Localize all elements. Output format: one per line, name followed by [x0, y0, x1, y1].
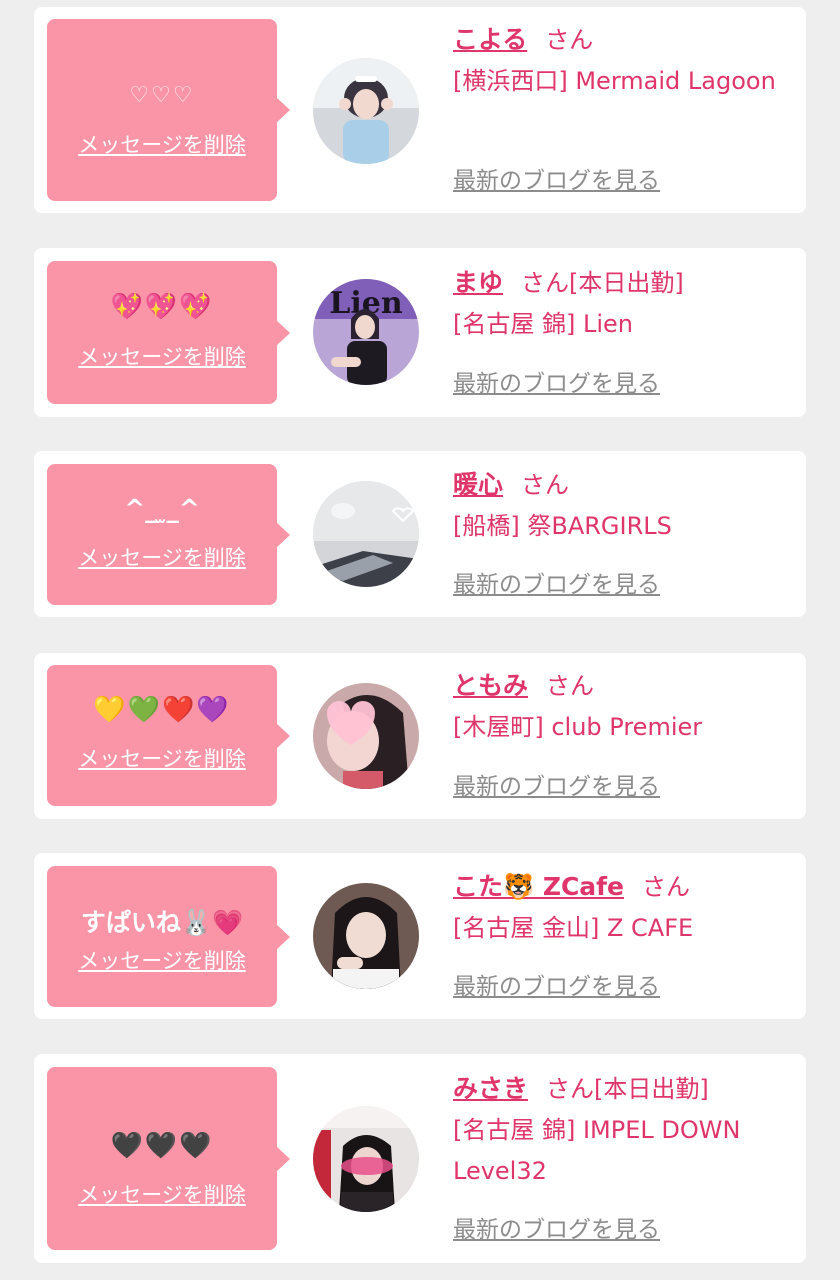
avatar[interactable]	[313, 683, 419, 789]
avatar[interactable]	[313, 1106, 419, 1212]
avatar-photo	[313, 683, 419, 789]
shop-label: [船橋] 祭BARGIRLS	[453, 512, 672, 540]
latest-blog-link[interactable]: 最新のブログを見る	[453, 771, 660, 803]
message-card: すぱいね🐰💗 メッセージを削除 こた🐯 ZCafe さん [名古屋 金山] Z C…	[34, 853, 806, 1019]
message-text: 💛💚❤️💜	[93, 695, 231, 725]
message-card: 💛💚❤️💜 メッセージを削除 ともみ さん [木屋町] club Premier …	[34, 653, 806, 819]
message-card: ^_ ̫_^ メッセージを削除 暖心 さん [船橋] 祭BARGIRLS 最新のブ…	[34, 451, 806, 617]
attendance-status: [本日出勤]	[594, 1075, 709, 1103]
avatar[interactable]: Lien	[313, 279, 419, 385]
cast-name-link[interactable]: 暖心	[453, 470, 503, 499]
attendance-status: [本日出勤]	[569, 269, 684, 297]
message-text: ^_ ̫_^	[124, 494, 200, 523]
delete-message-link[interactable]: メッセージを削除	[47, 131, 277, 159]
shop-label: [名古屋 金山] Z CAFE	[453, 914, 694, 942]
message-bubble: 🖤🖤🖤 メッセージを削除	[47, 1067, 290, 1250]
latest-blog-link[interactable]: 最新のブログを見る	[453, 569, 660, 601]
shop-label: [名古屋 錦] IMPEL DOWN Level32	[453, 1116, 741, 1185]
avatar-photo: Lien	[313, 279, 419, 385]
message-text: すぱいね🐰💗	[80, 908, 244, 937]
cast-name-link[interactable]: ともみ	[453, 671, 528, 700]
shop-label: [横浜西口] Mermaid Lagoon	[453, 67, 776, 95]
latest-blog-link[interactable]: 最新のブログを見る	[453, 971, 660, 1003]
avatar-photo	[313, 1106, 419, 1212]
avatar[interactable]	[313, 883, 419, 989]
message-bubble: ♡♡♡ メッセージを削除	[47, 19, 290, 201]
delete-message-link[interactable]: メッセージを削除	[47, 343, 277, 371]
avatar[interactable]	[313, 481, 419, 587]
cast-name-link[interactable]: こよる	[453, 25, 527, 54]
message-text: 🖤🖤🖤	[110, 1131, 214, 1161]
delete-message-link[interactable]: メッセージを削除	[47, 1181, 277, 1209]
honorific: さん	[642, 873, 691, 901]
avatar-photo	[313, 58, 419, 164]
cast-info: ともみ さん [木屋町] club Premier	[453, 665, 793, 748]
shop-label: [木屋町] club Premier	[453, 713, 703, 741]
cast-info: 暖心 さん [船橋] 祭BARGIRLS	[453, 464, 793, 547]
cast-name-link[interactable]: こた🐯 ZCafe	[453, 872, 624, 901]
shop-label: [名古屋 錦] Lien	[453, 310, 633, 338]
message-card: ♡♡♡ メッセージを削除 こよる さん [横浜西口] Mermaid Lagoon…	[34, 7, 806, 213]
delete-message-link[interactable]: メッセージを削除	[47, 544, 277, 572]
message-text: ♡♡♡	[129, 83, 195, 108]
avatar[interactable]	[313, 58, 419, 164]
cast-info: こよる さん [横浜西口] Mermaid Lagoon	[453, 19, 793, 102]
avatar-photo	[313, 481, 419, 587]
message-text: 💖💖💖	[110, 292, 214, 322]
cast-name-link[interactable]: まゆ	[453, 268, 503, 297]
cast-info: こた🐯 ZCafe さん [名古屋 金山] Z CAFE	[453, 866, 793, 949]
honorific: さん	[521, 269, 570, 297]
latest-blog-link[interactable]: 最新のブログを見る	[453, 165, 660, 197]
message-card: 🖤🖤🖤 メッセージを削除 みさき さん[本日出勤] [名古屋 錦] IMPEL D…	[34, 1054, 806, 1263]
message-bubble: ^_ ̫_^ メッセージを削除	[47, 464, 290, 605]
latest-blog-link[interactable]: 最新のブログを見る	[453, 368, 660, 400]
honorific: さん	[546, 1075, 595, 1103]
message-card: 💖💖💖 メッセージを削除 Lien まゆ さん[本日出勤] [名古屋 錦] Lie…	[34, 248, 806, 417]
message-list: ♡♡♡ メッセージを削除 こよる さん [横浜西口] Mermaid Lagoon…	[0, 0, 840, 1280]
honorific: さん	[546, 672, 595, 700]
delete-message-link[interactable]: メッセージを削除	[47, 947, 277, 975]
message-bubble: すぱいね🐰💗 メッセージを削除	[47, 866, 290, 1007]
message-bubble: 💛💚❤️💜 メッセージを削除	[47, 665, 290, 806]
delete-message-link[interactable]: メッセージを削除	[47, 745, 277, 773]
latest-blog-link[interactable]: 最新のブログを見る	[453, 1214, 660, 1246]
honorific: さん	[521, 471, 570, 499]
honorific: さん	[545, 26, 594, 54]
cast-name-link[interactable]: みさき	[453, 1074, 528, 1103]
cast-info: まゆ さん[本日出勤] [名古屋 錦] Lien	[453, 262, 793, 345]
cast-info: みさき さん[本日出勤] [名古屋 錦] IMPEL DOWN Level32	[453, 1068, 793, 1192]
message-bubble: 💖💖💖 メッセージを削除	[47, 261, 290, 404]
avatar-photo	[313, 883, 419, 989]
